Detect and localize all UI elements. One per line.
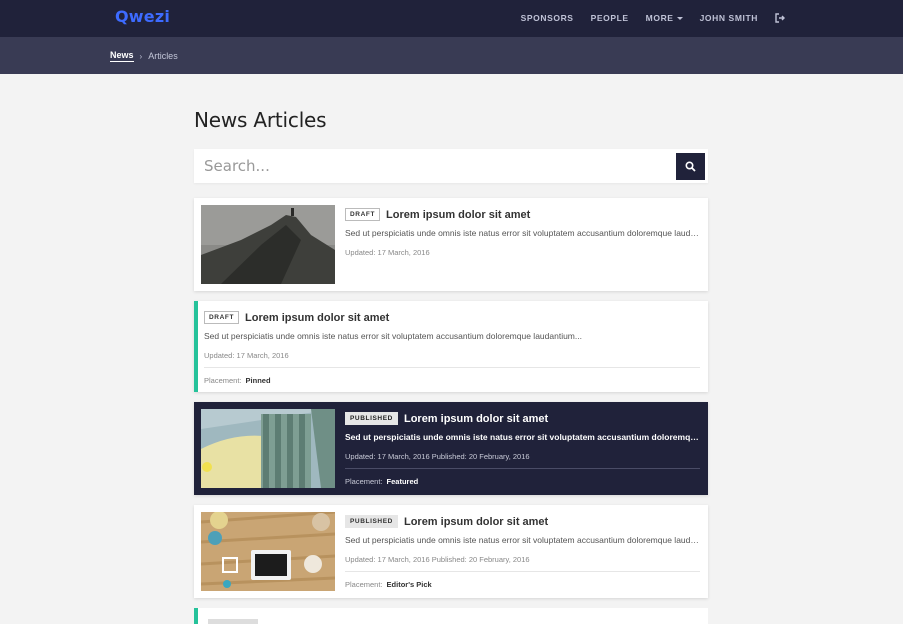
- article-body: DRAFT Lorem ipsum dolor sit amet Sed ut …: [345, 205, 700, 284]
- placement-info: Placement: Editor's Pick: [345, 580, 700, 589]
- page-title: News Articles: [194, 108, 327, 132]
- article-thumbnail: [201, 205, 335, 284]
- search-input[interactable]: [204, 157, 676, 175]
- nav-item-user[interactable]: JOHN SMITH: [700, 13, 758, 23]
- article-card-selected[interactable]: PUBLISHED Lorem ipsum dolor sit amet Sed…: [194, 402, 708, 495]
- search-icon: [685, 160, 696, 172]
- article-description: Sed ut perspiciatis unde omnis iste natu…: [345, 228, 700, 238]
- article-title[interactable]: Lorem ipsum dolor sit amet: [404, 413, 548, 425]
- nav-item-sponsors[interactable]: SPONSORS: [521, 13, 574, 23]
- placement-value: Pinned: [245, 376, 271, 385]
- article-description: Sed ut perspiciatis unde omnis iste natu…: [345, 432, 700, 442]
- article-title[interactable]: Lorem ipsum dolor sit amet: [386, 209, 530, 221]
- nav-item-more[interactable]: MORE: [646, 13, 683, 23]
- status-badge: PUBLISHED: [345, 412, 398, 425]
- main-content: News Articles DRAFT Lorem ipsum dolor si…: [194, 108, 708, 624]
- article-thumbnail: [201, 512, 335, 591]
- status-badge: DRAFT: [345, 208, 381, 221]
- placement-info: Placement: Featured: [345, 477, 700, 486]
- article-description: Sed ut perspiciatis unde omnis iste natu…: [204, 331, 582, 341]
- breadcrumb-news[interactable]: News: [110, 50, 134, 62]
- divider: [345, 571, 700, 572]
- breadcrumb: News › Articles: [110, 50, 178, 62]
- chevron-right-icon: ›: [139, 51, 143, 61]
- placement-value: Featured: [386, 477, 419, 486]
- app-logo[interactable]: Qwezi: [115, 7, 170, 26]
- placement-value: Editor's Pick: [386, 580, 432, 589]
- nav-item-more-label: MORE: [645, 13, 674, 23]
- caret-down-icon: [676, 16, 683, 20]
- article-meta: Updated: 17 March, 2016 Published: 20 Fe…: [345, 555, 530, 564]
- divider: [345, 468, 700, 469]
- article-card[interactable]: DRAFT Lorem ipsum dolor sit amet Sed ut …: [194, 198, 708, 291]
- article-card-partial[interactable]: [194, 608, 708, 624]
- article-meta: Updated: 17 March, 2016: [345, 248, 430, 257]
- article-title[interactable]: Lorem ipsum dolor sit amet: [245, 312, 389, 324]
- article-thumbnail: [201, 409, 335, 488]
- article-body: PUBLISHED Lorem ipsum dolor sit amet Sed…: [345, 409, 700, 488]
- top-navbar: Qwezi SPONSORS PEOPLE MORE JOHN SMITH: [0, 0, 903, 37]
- article-meta: Updated: 17 March, 2016: [204, 351, 289, 360]
- status-badge: PUBLISHED: [345, 515, 398, 528]
- placement-label: Placement:: [345, 580, 383, 589]
- placement-label: Placement:: [204, 376, 242, 385]
- article-body: PUBLISHED Lorem ipsum dolor sit amet Sed…: [345, 512, 700, 591]
- logout-button[interactable]: [775, 13, 785, 23]
- article-description: Sed ut perspiciatis unde omnis iste natu…: [345, 535, 700, 545]
- article-title[interactable]: Lorem ipsum dolor sit amet: [404, 516, 548, 528]
- article-card[interactable]: PUBLISHED Lorem ipsum dolor sit amet Sed…: [194, 505, 708, 598]
- placement-info: Placement: Pinned: [204, 376, 700, 385]
- status-badge: DRAFT: [204, 311, 240, 324]
- nav-item-people[interactable]: PEOPLE: [591, 13, 629, 23]
- breadcrumb-bar: News › Articles: [0, 37, 903, 74]
- article-meta: Updated: 17 March, 2016 Published: 20 Fe…: [345, 452, 530, 461]
- breadcrumb-articles: Articles: [148, 51, 178, 61]
- search-button[interactable]: [676, 152, 705, 180]
- placement-label: Placement:: [345, 477, 383, 486]
- search-bar: [194, 149, 708, 183]
- article-card[interactable]: DRAFT Lorem ipsum dolor sit amet Sed ut …: [194, 301, 708, 392]
- main-nav: SPONSORS PEOPLE MORE JOHN SMITH: [521, 13, 785, 23]
- sign-out-icon: [775, 13, 785, 23]
- article-body: DRAFT Lorem ipsum dolor sit amet Sed ut …: [204, 308, 700, 385]
- divider: [204, 367, 700, 368]
- status-badge-placeholder: [208, 619, 258, 624]
